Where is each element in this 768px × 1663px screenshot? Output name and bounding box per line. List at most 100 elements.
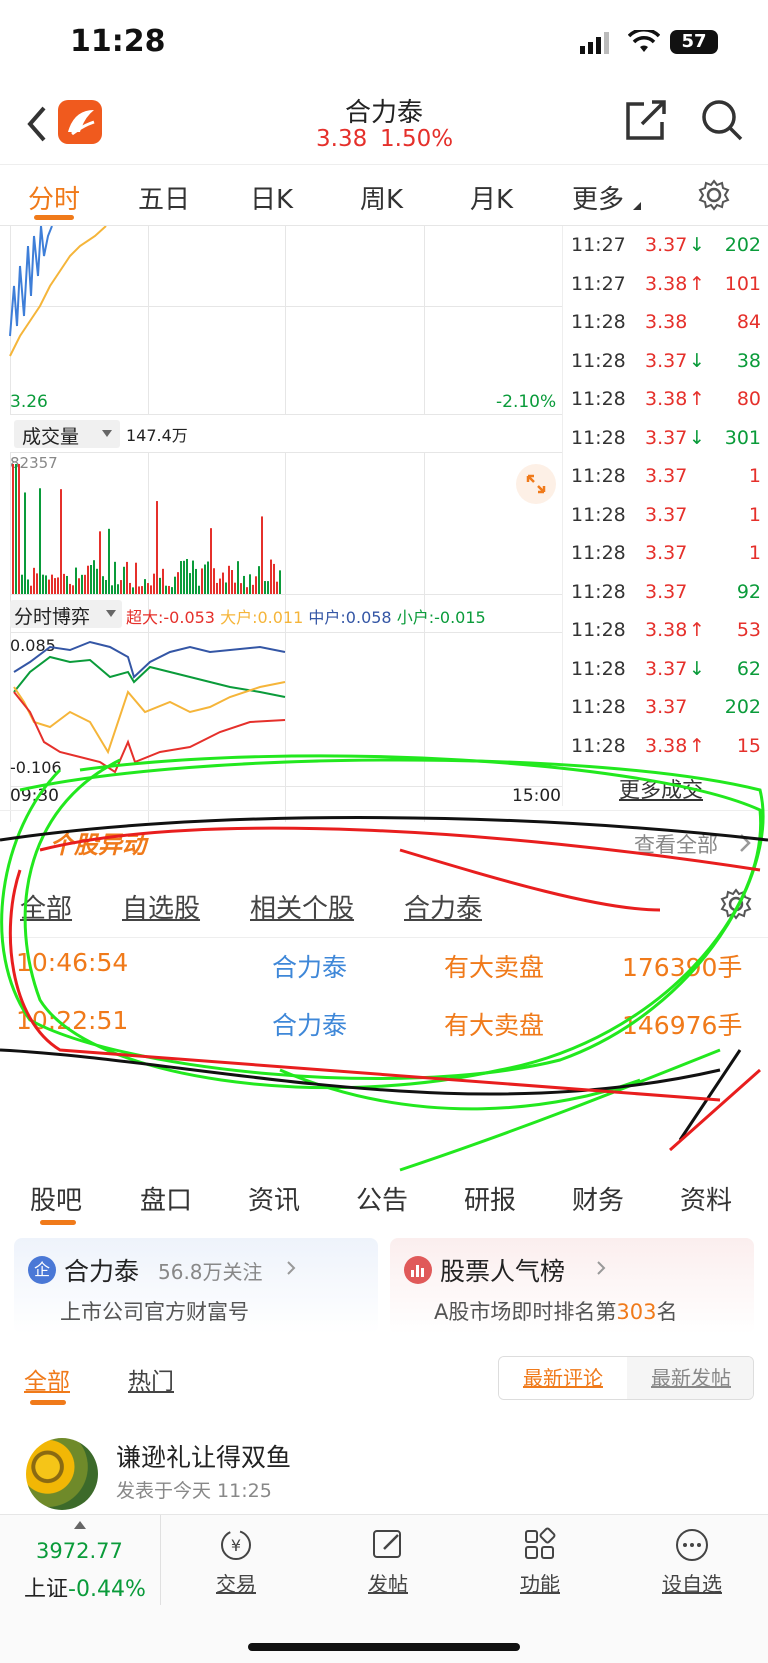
volume-bar [63,573,65,594]
tick-volume: 1 [748,465,761,487]
tab-week-k[interactable]: 周K [360,179,403,216]
volume-bar [45,575,47,594]
tick-direction-icon: ↓ [689,426,705,449]
trade-button[interactable]: ¥ 交易 [176,1515,296,1597]
volume-bar [42,574,44,594]
volume-bar [81,574,83,594]
tab-pankou[interactable]: 盘口 [140,1180,192,1217]
volume-bar [24,492,26,594]
share-icon[interactable] [624,98,668,142]
volume-bar [261,516,263,594]
volume-bar [183,560,185,594]
volume-bar [231,570,233,594]
tick-direction-icon: ↑ [689,619,705,641]
tick-row: 11:28 3.38 ↑ 53 [571,619,765,657]
bottom-toolbar: 3972.77 上证-0.44% ¥ 交易 发帖 功能 设自选 [0,1514,768,1663]
tab-profile[interactable]: 资料 [680,1180,732,1217]
tab-five-day[interactable]: 五日 [138,179,190,216]
post-time: 发表于今天 11:25 [116,1480,272,1502]
tick-row: 11:28 3.37 1 [571,542,765,580]
tab-guba[interactable]: 股吧 [30,1180,82,1217]
back-icon[interactable] [24,104,48,144]
avatar[interactable] [26,1438,98,1510]
status-time: 11:28 [70,24,166,59]
volume-bar [87,565,89,594]
trade-label: 交易 [216,1572,256,1596]
sort-latest-post[interactable]: 最新发帖 [627,1357,753,1399]
wifi-icon [628,30,660,52]
tick-price: 3.37 [645,696,688,718]
volume-label: 成交量 [22,426,80,448]
volume-bar [99,531,101,594]
post-author[interactable]: 谦逊礼让得双鱼 [116,1438,291,1474]
filter-all[interactable]: 全部 [24,1362,70,1396]
functions-button[interactable]: 功能 [480,1515,600,1597]
tick-list: 11:27 3.37 ↓ 202 11:27 3.38 ↑ 101 11:28 3.38 84 11:… [562,226,768,806]
nav-header: 合力泰 3.38 1.50% [0,86,768,164]
volume-selector[interactable]: 成交量 [14,420,120,448]
volume-bar [159,577,161,594]
company-card[interactable]: 企 合力泰 56.8万关注 上市公司官方财富号 [14,1238,378,1334]
tab-fenshi[interactable]: 分时 [28,179,80,216]
boyi-selector[interactable]: 分时博弈 [10,600,122,628]
tab-news[interactable]: 资讯 [248,1180,300,1217]
tick-price: 3.37 [645,234,688,256]
volume-bar [54,578,56,594]
index-summary[interactable]: 上证-0.44% [24,1571,146,1603]
tick-time: 11:28 [571,542,626,564]
volume-bar [21,574,23,594]
search-icon[interactable] [700,98,744,142]
tick-row: 11:28 3.37 ↓ 38 [571,350,765,388]
volume-bar [33,567,35,594]
boyi-legend: 超大:-0.053 大户:0.011 中户:0.058 小户:-0.015 [126,604,486,628]
price-low-pct: -2.10% [496,392,557,412]
volume-bar [270,559,272,594]
tab-more[interactable]: 更多 [572,179,624,216]
tick-time: 11:27 [571,234,626,256]
filter-hot[interactable]: 热门 [128,1362,174,1396]
popularity-rank: 303 [616,1300,657,1324]
tab-day-k[interactable]: 日K [250,179,293,216]
volume-bar [69,583,71,594]
settings-gear-icon[interactable] [698,179,730,211]
tick-volume: 101 [724,272,761,295]
tick-time: 11:28 [571,657,626,680]
tick-row: 11:28 3.37 1 [571,465,765,503]
section-tabs: 股吧 盘口 资讯 公告 研报 财务 资料 [0,1180,768,1234]
price-low-label: 3.26 [10,392,48,412]
volume-bar [186,558,188,594]
volume-bar [150,585,152,594]
volume-bar [78,578,80,594]
tab-announcements[interactable]: 公告 [356,1180,408,1217]
signal-icon [580,32,609,54]
volume-bar [114,561,116,594]
index-value[interactable]: 3972.77 [36,1539,123,1563]
company-followers: 56.8万关注 [158,1260,263,1284]
volume-bar [195,568,197,594]
battery-icon: 57 [670,30,718,54]
tick-time: 11:28 [571,349,626,372]
post-button[interactable]: 发帖 [328,1515,448,1597]
volume-bar [276,581,278,594]
functions-label: 功能 [520,1572,560,1596]
tick-price: 3.38 [645,388,688,410]
tick-time: 11:28 [571,426,626,449]
add-watchlist-button[interactable]: 设自选 [632,1515,752,1597]
popularity-desc: A股市场即时排名第303名 [434,1296,677,1326]
expand-icon[interactable] [516,464,556,504]
tab-finance[interactable]: 财务 [572,1180,624,1217]
volume-bar [192,560,194,594]
tick-price: 3.37 [645,426,688,449]
tick-direction-icon: ↑ [689,272,705,295]
tab-month-k[interactable]: 月K [470,179,513,216]
tick-time: 11:28 [571,311,626,333]
boyi-large-label: 大户: [220,608,258,627]
tab-research[interactable]: 研报 [464,1180,516,1217]
tick-direction-icon: ↓ [689,657,705,680]
tick-time: 11:28 [571,580,626,603]
popularity-card[interactable]: 股票人气榜 A股市场即时排名第303名 [390,1238,754,1334]
post-item[interactable]: 谦逊礼让得双鱼 发表于今天 11:25 [0,1430,768,1510]
tick-direction-icon: ↓ [689,349,705,372]
sort-latest-comment[interactable]: 最新评论 [499,1357,627,1399]
volume-bar [132,587,134,594]
